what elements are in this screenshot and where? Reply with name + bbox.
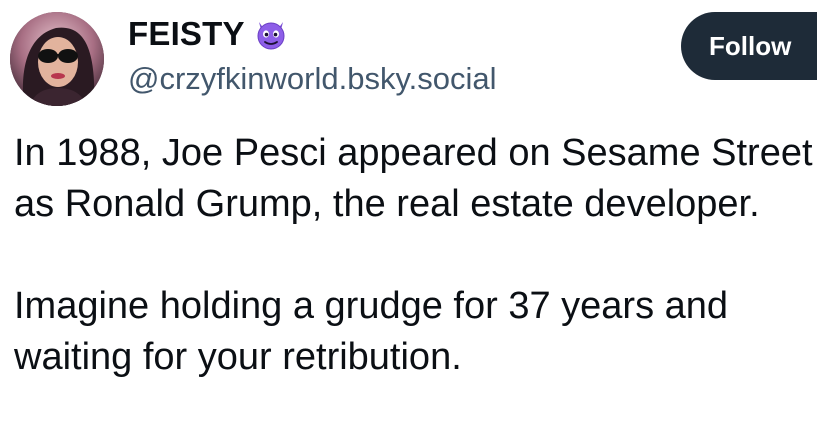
author-avatar[interactable] — [10, 12, 104, 106]
author-handle[interactable]: @crzyfkinworld.bsky.social — [128, 57, 497, 101]
smiling-imp-emoji-icon — [253, 16, 289, 52]
author-name-row: FEISTY — [128, 12, 289, 56]
follow-button[interactable]: Follow — [681, 12, 817, 80]
post-card: FEISTY @crzyfkinworld.bsky.social Follow… — [0, 0, 817, 443]
post-text: In 1988, Joe Pesci appeared on Sesame St… — [14, 128, 814, 383]
author-display-name[interactable]: FEISTY — [128, 12, 245, 56]
avatar-image — [10, 12, 104, 106]
follow-button-label: Follow — [709, 30, 792, 61]
post-paragraph: In 1988, Joe Pesci appeared on Sesame St… — [14, 132, 813, 225]
post-paragraph: Imagine holding a grudge for 37 years an… — [14, 285, 729, 378]
